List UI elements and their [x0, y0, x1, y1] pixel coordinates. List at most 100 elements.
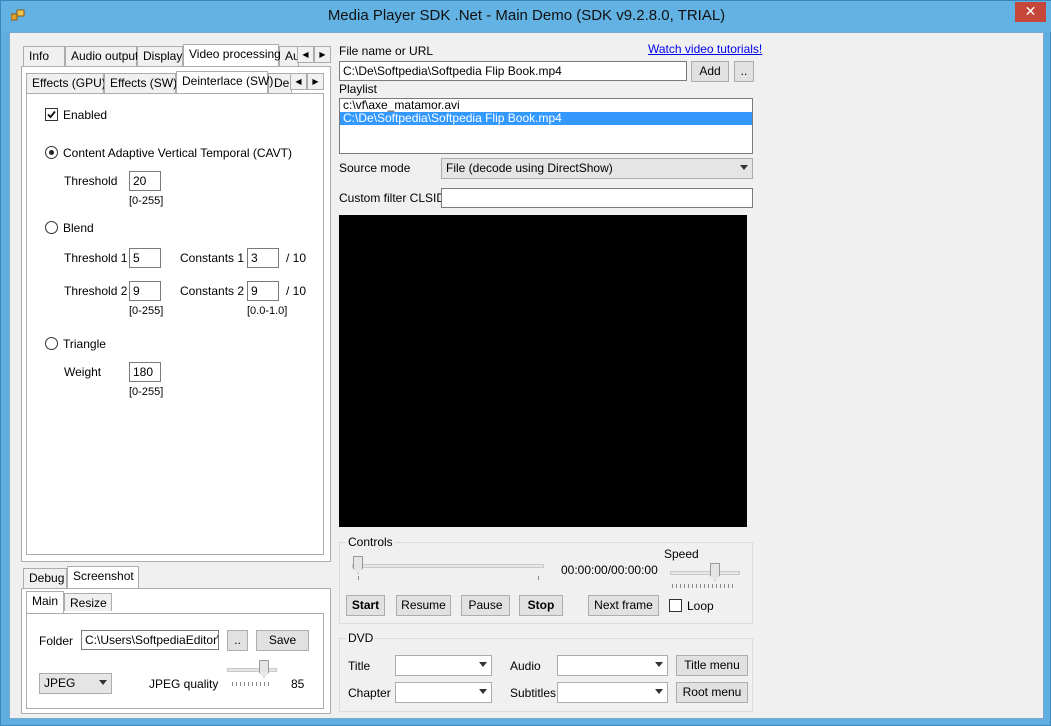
tab-debug[interactable]: Debug: [23, 568, 67, 588]
triangle-radio[interactable]: [45, 337, 58, 350]
speed-slider[interactable]: [710, 563, 720, 581]
pause-button[interactable]: Pause: [461, 595, 510, 616]
blend-radio[interactable]: [45, 221, 58, 234]
close-button[interactable]: ✕: [1015, 2, 1046, 22]
browse-file-button[interactable]: ..: [734, 61, 754, 82]
blend-threshold-range: [0-255]: [129, 305, 164, 317]
cavt-radio[interactable]: [45, 146, 58, 159]
tab-deinterlace-sw[interactable]: Deinterlace (SW): [176, 71, 273, 93]
weight-label: Weight: [64, 365, 102, 379]
threshold2-label: Threshold 2: [64, 284, 128, 298]
save-screenshot-button[interactable]: Save: [256, 630, 309, 651]
loop-checkbox[interactable]: [669, 599, 682, 612]
bottom-tab-control: Debug Screenshot Main Resize Folder C:\U…: [21, 564, 331, 714]
dvd-subtitles-select[interactable]: [557, 682, 668, 703]
dvd-group: DVD Title Audio Title menu Chapter Subti…: [339, 631, 753, 712]
jpeg-quality-label: JPEG quality: [149, 677, 219, 691]
start-button[interactable]: Start: [346, 595, 385, 616]
jpeg-quality-track: [227, 668, 277, 672]
deinterlace-panel: Enabled Content Adaptive Vertical Tempor…: [26, 93, 324, 555]
seek-tick-start: [358, 576, 360, 580]
weight-input[interactable]: 180: [129, 362, 161, 382]
seek-slider[interactable]: [353, 556, 363, 574]
title-menu-button[interactable]: Title menu: [676, 655, 748, 676]
threshold-input[interactable]: 20: [129, 171, 161, 191]
threshold1-input[interactable]: 5: [129, 248, 161, 268]
chevron-down-icon: [479, 662, 487, 667]
tab-effects-gpu[interactable]: Effects (GPU): [26, 73, 106, 93]
next-frame-button[interactable]: Next frame: [588, 595, 659, 616]
folder-label: Folder: [39, 634, 74, 648]
dvd-audio-select[interactable]: [557, 655, 668, 676]
source-mode-label: Source mode: [339, 161, 411, 175]
tab-info[interactable]: Info: [23, 46, 65, 66]
dvd-title: DVD: [346, 631, 376, 645]
tab-screenshot[interactable]: Screenshot: [67, 566, 139, 588]
speed-label: Speed: [664, 547, 699, 561]
constants2-input[interactable]: 9: [247, 281, 279, 301]
dvd-chapter-select[interactable]: [395, 682, 492, 703]
jpeg-quality-ticks: [232, 682, 272, 686]
chevron-down-icon: [99, 680, 107, 685]
sub-tab-strip: Effects (GPU) Effects (SW) Deinterlace (…: [26, 71, 326, 93]
speed-ticks: [672, 584, 736, 588]
playlist-item-selected[interactable]: C:\De\Softpedia\Softpedia Flip Book.mp4: [340, 112, 752, 125]
tab-screenshot-resize[interactable]: Resize: [64, 593, 112, 611]
chevron-down-icon: [740, 165, 748, 170]
resume-button[interactable]: Resume: [396, 595, 451, 616]
tab-audio-output[interactable]: Audio output: [65, 46, 138, 66]
main-tab-control: Info Audio output Display Video processi…: [21, 44, 331, 562]
tab-effects-sw[interactable]: Effects (SW): [104, 73, 177, 93]
main-tab-strip: Info Audio output Display Video processi…: [21, 44, 331, 66]
check-icon: [47, 110, 56, 119]
jpeg-quality-slider[interactable]: [259, 660, 269, 678]
chevron-down-icon: [655, 662, 663, 667]
arrow-right-icon[interactable]: ▶: [314, 46, 331, 63]
format-select[interactable]: JPEG: [39, 673, 112, 694]
tab-video-processing[interactable]: Video processing: [183, 44, 281, 66]
weight-range: [0-255]: [129, 386, 164, 398]
arrow-right-icon[interactable]: ▶: [307, 73, 324, 90]
threshold2-input[interactable]: 9: [129, 281, 161, 301]
arrow-left-icon[interactable]: ◀: [297, 46, 314, 63]
seek-track: [352, 564, 544, 568]
window-title: Media Player SDK .Net - Main Demo (SDK v…: [327, 7, 726, 24]
screenshot-panel: Main Resize Folder C:\Users\SoftpediaEdi…: [21, 588, 331, 714]
tab-display[interactable]: Display: [137, 46, 183, 66]
threshold-range: [0-255]: [129, 195, 164, 207]
custom-filter-label: Custom filter CLSID: [339, 191, 446, 205]
tab-audio-truncated[interactable]: Au: [279, 46, 299, 66]
controls-title: Controls: [346, 535, 395, 549]
chevron-down-icon: [479, 689, 487, 694]
add-file-button[interactable]: Add: [691, 61, 729, 82]
blend-constants-range: [0.0-1.0]: [247, 305, 288, 317]
controls-group: Controls 00:00:00/00:00:00 Speed Start R…: [339, 535, 753, 624]
sub-tab-scroll: ◀ ▶: [290, 73, 324, 90]
constants1-input[interactable]: 3: [247, 248, 279, 268]
file-url-input[interactable]: C:\De\Softpedia\Softpedia Flip Book.mp4: [339, 61, 687, 81]
constants2-label: Constants 2: [180, 284, 245, 298]
watch-tutorials-link[interactable]: Watch video tutorials!: [648, 42, 762, 56]
playlist-listbox[interactable]: c:\vf\axe_matamor.avi C:\De\Softpedia\So…: [339, 98, 753, 154]
folder-input[interactable]: C:\Users\SoftpediaEditor\Do: [81, 630, 219, 650]
video-view[interactable]: [339, 215, 747, 527]
root-menu-button[interactable]: Root menu: [676, 682, 748, 703]
client-area: Info Audio output Display Video processi…: [9, 32, 1044, 719]
folder-browse-button[interactable]: ..: [227, 630, 248, 651]
stop-button[interactable]: Stop: [519, 595, 563, 616]
seek-tick-end: [538, 576, 540, 580]
tab-screenshot-main[interactable]: Main: [26, 591, 64, 613]
triangle-label: Triangle: [63, 337, 106, 351]
loop-label: Loop: [687, 599, 714, 613]
video-processing-panel: Effects (GPU) Effects (SW) Deinterlace (…: [21, 66, 331, 562]
dvd-title-select[interactable]: [395, 655, 492, 676]
enabled-checkbox[interactable]: [45, 108, 58, 121]
source-mode-value: File (decode using DirectShow): [446, 161, 613, 175]
custom-filter-input[interactable]: [441, 188, 753, 208]
chevron-down-icon: [655, 689, 663, 694]
dvd-subtitles-label: Subtitles: [510, 686, 557, 700]
cavt-label: Content Adaptive Vertical Temporal (CAVT…: [63, 146, 292, 160]
arrow-left-icon[interactable]: ◀: [290, 73, 307, 90]
constants2-suffix: / 10: [286, 284, 307, 298]
source-mode-select[interactable]: File (decode using DirectShow): [441, 158, 753, 179]
